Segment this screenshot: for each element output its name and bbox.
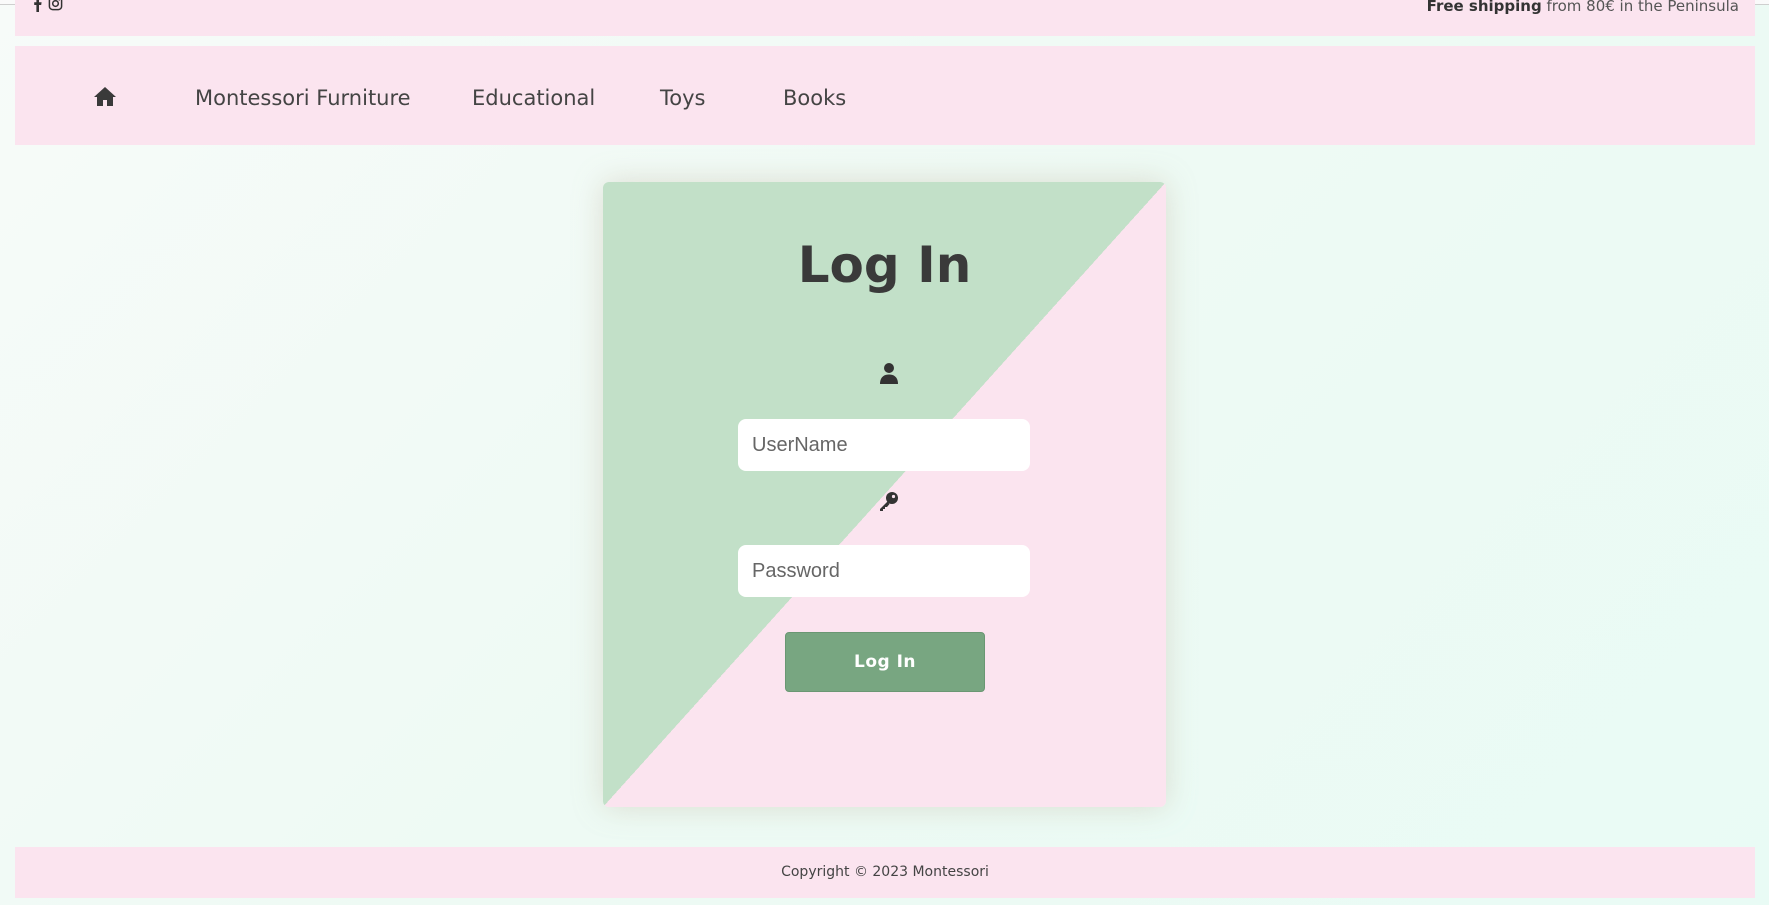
- shipping-notice-text: from 80€ in the Peninsula: [1541, 0, 1739, 15]
- nav-link-educational[interactable]: Educational: [472, 86, 595, 110]
- login-card: Log In Log In: [603, 182, 1166, 807]
- facebook-icon[interactable]: [33, 0, 42, 12]
- nav-link-books[interactable]: Books: [783, 86, 846, 110]
- user-icon: [879, 362, 899, 389]
- instagram-icon[interactable]: [48, 0, 63, 12]
- username-input[interactable]: [738, 419, 1030, 471]
- login-title: Log In: [797, 236, 972, 294]
- shipping-notice-bold: Free shipping: [1426, 0, 1542, 15]
- nav-link-montessori-furniture[interactable]: Montessori Furniture: [195, 86, 411, 110]
- top-bar: Free shipping from 80€ in the Peninsula: [15, 0, 1755, 36]
- shipping-notice: Free shipping from 80€ in the Peninsula: [1427, 0, 1739, 15]
- main-nav: Montessori Furniture Educational Toys Bo…: [15, 46, 1755, 145]
- social-links: [33, 0, 63, 12]
- home-icon[interactable]: [93, 86, 117, 108]
- password-input[interactable]: [738, 545, 1030, 597]
- key-icon: [878, 490, 900, 517]
- footer: Copyright © 2023 Montessori: [15, 847, 1755, 898]
- copyright-text: Copyright © 2023 Montessori: [781, 864, 989, 880]
- login-button[interactable]: Log In: [785, 632, 985, 692]
- nav-link-toys[interactable]: Toys: [660, 86, 705, 110]
